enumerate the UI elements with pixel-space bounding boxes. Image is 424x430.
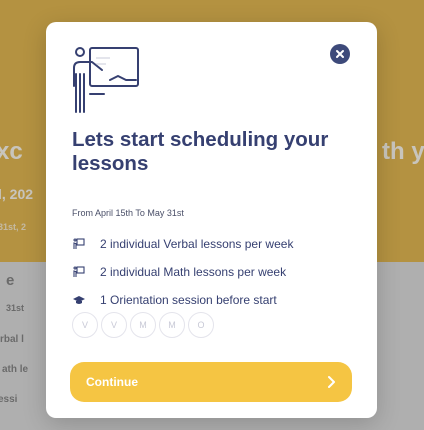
- lesson-token: M: [159, 312, 185, 338]
- continue-button-label: Continue: [86, 375, 138, 389]
- lesson-token: M: [130, 312, 156, 338]
- list-item: 1 Orientation session before start: [72, 286, 293, 314]
- close-icon: [336, 50, 344, 58]
- list-item: 2 individual Math lessons per week: [72, 258, 293, 286]
- list-item-label: 1 Orientation session before start: [100, 293, 277, 307]
- close-button[interactable]: [330, 44, 350, 64]
- list-item-label: 2 individual Math lessons per week: [100, 265, 287, 279]
- lesson-token: O: [188, 312, 214, 338]
- chalkboard-icon: [72, 265, 86, 279]
- modal-title: Lets start scheduling your lessons: [72, 128, 329, 175]
- graduation-cap-icon: [72, 293, 86, 307]
- lesson-summary-list: 2 individual Verbal lessons per week 2 i…: [72, 230, 293, 314]
- continue-button[interactable]: Continue: [70, 362, 352, 402]
- list-item: 2 individual Verbal lessons per week: [72, 230, 293, 258]
- chalkboard-icon: [72, 237, 86, 251]
- lesson-token: V: [72, 312, 98, 338]
- lesson-token-row: V V M M O: [72, 312, 217, 338]
- teacher-whiteboard-icon: [73, 47, 139, 113]
- list-item-label: 2 individual Verbal lessons per week: [100, 237, 294, 251]
- scheduling-modal: Lets start scheduling your lessons From …: [46, 22, 377, 418]
- chevron-right-icon: [328, 376, 335, 388]
- date-range-text: From April 15th To May 31st: [72, 208, 184, 218]
- lesson-token: V: [101, 312, 127, 338]
